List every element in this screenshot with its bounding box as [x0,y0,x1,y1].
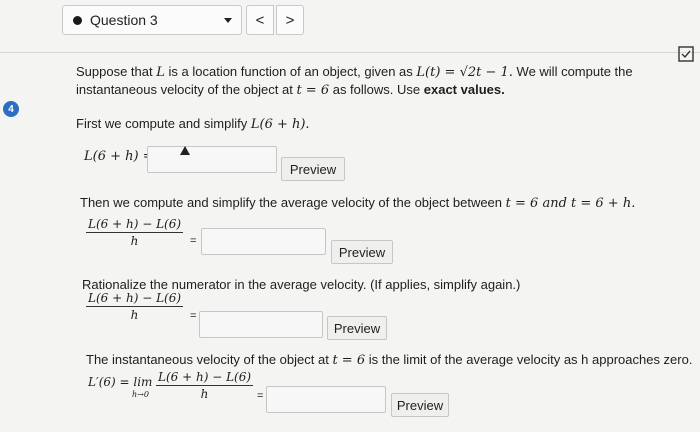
question-number-badge: 4 [3,101,19,117]
next-question-button[interactable]: > [276,5,304,35]
mouse-cursor-icon [180,146,190,155]
step2-answer-input[interactable] [201,228,326,255]
step1-answer-input[interactable] [147,146,277,173]
header-divider [0,52,700,53]
limit-subscript: h→0 [132,390,149,399]
step4-answer-input[interactable] [266,386,386,413]
intro-line-2: instantaneous velocity of the object at … [76,82,505,98]
step4-preview-button[interactable]: Preview [391,393,449,417]
chevron-down-icon [224,18,232,23]
step4-equals: = [257,390,264,402]
status-dot-icon [73,15,82,25]
step1-label: L(6 + h) = [84,149,154,164]
question-label: Question 3 [90,12,158,28]
step4-instruction: The instantaneous velocity of the object… [86,352,693,368]
step2-instruction: Then we compute and simplify the average… [80,195,636,211]
previous-question-button[interactable]: < [246,5,274,35]
step4-fraction: L(6 + h) − L(6) h [156,370,254,401]
step3-preview-button[interactable]: Preview [327,316,387,340]
step2-equals: = [190,235,197,247]
step3-answer-input[interactable] [199,311,323,338]
step2-fraction: L(6 + h) − L(6) h [86,217,184,248]
checklist-icon[interactable] [678,45,700,63]
step1-instruction: First we compute and simplify L(6 + h). [76,116,310,132]
step1-preview-button[interactable]: Preview [281,157,345,181]
step3-equals: = [190,310,197,322]
intro-line-1: Suppose that L is a location function of… [76,64,633,80]
question-selector[interactable]: Question 3 [62,5,242,35]
step2-preview-button[interactable]: Preview [331,240,393,264]
step3-fraction: L(6 + h) − L(6) h [86,291,184,322]
